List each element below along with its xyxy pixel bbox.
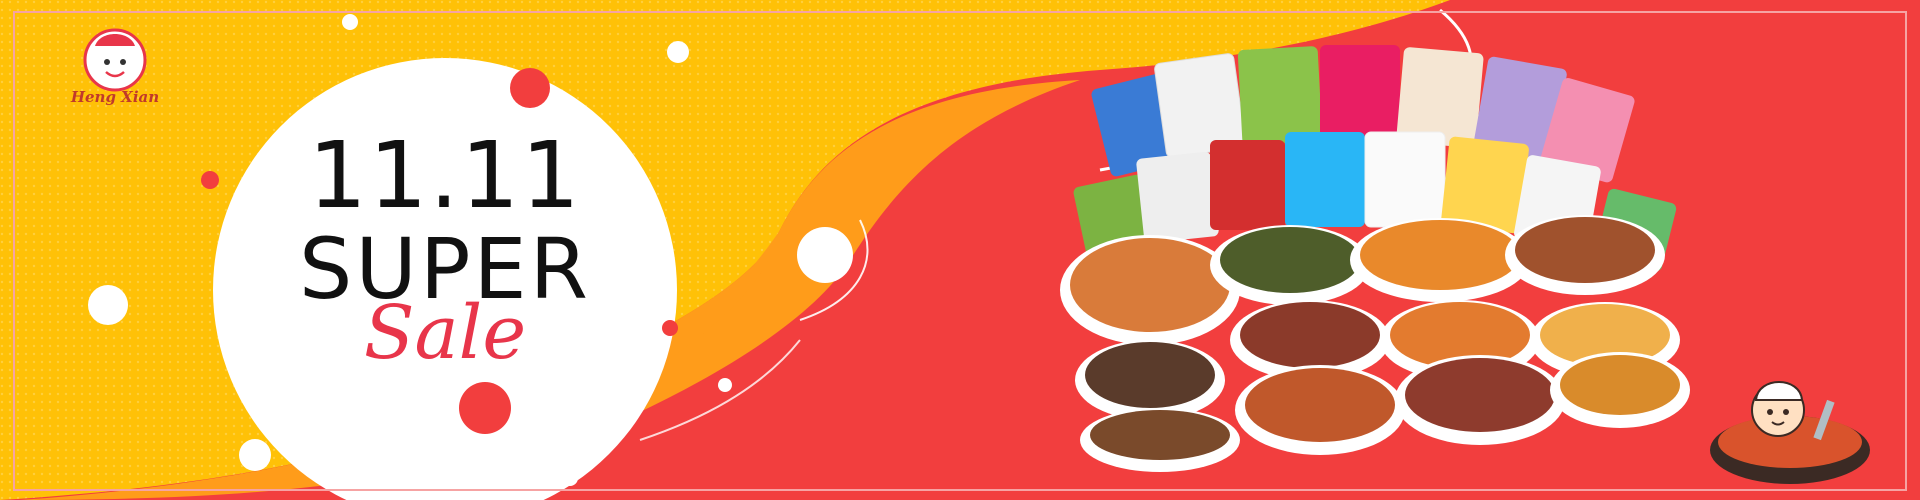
product-collage-image[interactable] [1040,40,1720,480]
sale-word: Sale [363,290,527,376]
sale-date: 11.11 [308,122,582,229]
brand-logo-text: Heng Xian [70,88,160,106]
chef-mascot-image [1710,381,1870,484]
sale-headline: 11.11 SUPER Sale [150,122,740,376]
food-bowls [1060,215,1690,472]
sale-banner[interactable]: Heng Xian 11.11 SUPER Sale [0,0,1920,500]
